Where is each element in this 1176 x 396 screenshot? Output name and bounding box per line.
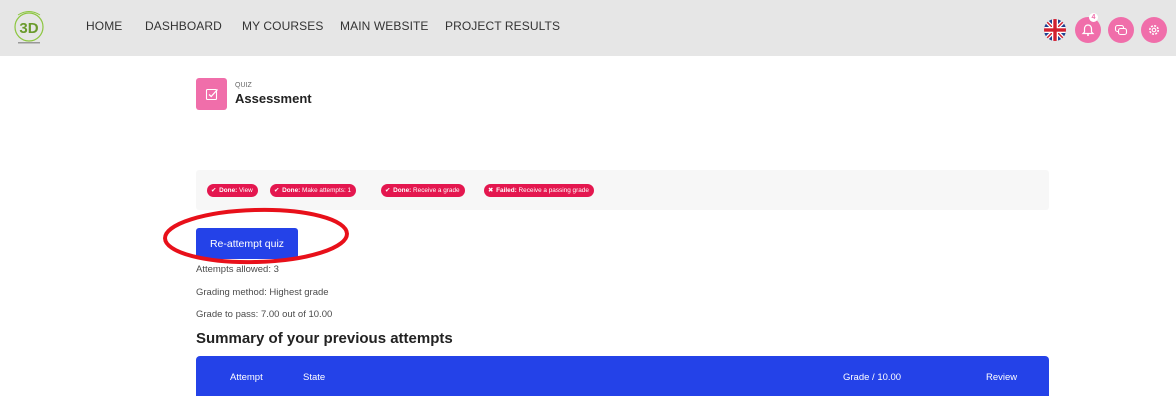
nav-main-website[interactable]: MAIN WEBSITE	[340, 19, 429, 33]
grading-method-text: Grading method: Highest grade	[196, 287, 329, 298]
page-title: Assessment	[235, 91, 312, 106]
site-logo[interactable]: 3D	[6, 9, 52, 47]
completion-badge-grade: ✔ Done: Receive a grade	[381, 184, 465, 197]
column-header-attempt[interactable]: Attempt	[230, 372, 263, 383]
summary-heading: Summary of your previous attempts	[196, 330, 453, 347]
nav-project-results[interactable]: PROJECT RESULTS	[445, 19, 560, 33]
activity-type-label: QUIZ	[235, 82, 252, 89]
completion-badge-passing-grade: ✖ Failed: Receive a passing grade	[484, 184, 594, 197]
notifications-button[interactable]: 4	[1075, 13, 1101, 43]
gear-icon	[1149, 25, 1159, 35]
highlight-circle-annotation	[163, 207, 349, 265]
uk-flag-icon[interactable]	[1044, 19, 1066, 41]
grade-to-pass-text: Grade to pass: 7.00 out of 10.00	[196, 309, 333, 320]
top-navbar: 3D HOME DASHBOARD MY COURSES MAIN WEBSIT…	[0, 0, 1176, 56]
attempts-table-header: Attempt State Grade / 10.00 Review	[196, 356, 1049, 396]
column-header-state[interactable]: State	[303, 372, 325, 383]
nav-home[interactable]: HOME	[86, 19, 122, 33]
nav-my-courses[interactable]: MY COURSES	[242, 19, 323, 33]
settings-button[interactable]	[1141, 17, 1167, 43]
column-header-review[interactable]: Review	[986, 372, 1017, 383]
messages-button[interactable]	[1108, 17, 1134, 43]
svg-text:3D: 3D	[19, 20, 38, 37]
column-header-grade[interactable]: Grade / 10.00	[843, 372, 901, 383]
bell-icon	[1081, 24, 1095, 36]
logo-text: 3D	[19, 20, 38, 37]
quiz-activity-icon	[196, 78, 227, 110]
completion-badge-view: ✔ Done: View	[207, 184, 258, 197]
completion-badge-attempts: ✔ Done: Make attempts: 1	[270, 184, 357, 197]
notification-badge: 4	[1089, 13, 1098, 22]
chat-icon	[1114, 24, 1128, 36]
nav-dashboard[interactable]: DASHBOARD	[145, 19, 222, 33]
